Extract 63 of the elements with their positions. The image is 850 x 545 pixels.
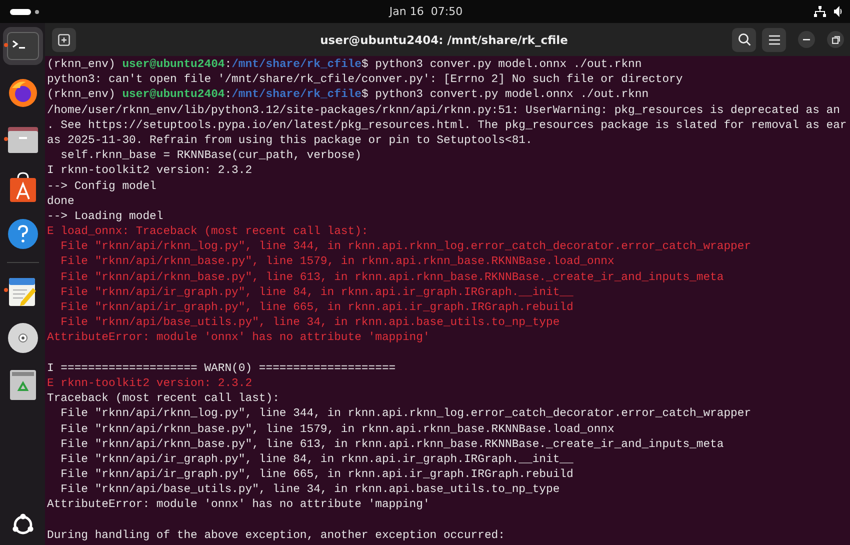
output-line: /home/user/rknn_env/lib/python3.12/site-packages/rknn/api/rknn.py:51: UserWarning: pkg_resources is deprecated as an <box>47 104 840 117</box>
error-line: File "rknn/api/rknn_log.py", line 344, in rknn.api.rknn_log.error_catch_decorator.error_catch_wrapper <box>60 241 752 254</box>
new-tab-icon <box>58 34 70 46</box>
output-line: AttributeError: module 'onnx' has no attribute 'mapping' <box>47 499 430 512</box>
error-line: File "rknn/api/base_utils.py", line 34, in rknn.api.base_utils.to_np_type <box>60 317 560 330</box>
search-button[interactable] <box>732 28 756 52</box>
output-line: Traceback (most recent call last): <box>47 393 280 406</box>
output-line: --> Loading model <box>47 210 164 223</box>
maximize-button[interactable] <box>827 31 844 48</box>
error-line: AttributeError: module 'onnx' has no attribute 'mapping' <box>47 332 430 344</box>
output-line: File "rknn/api/rknn_base.py", line 1579, in rknn.api.rknn_base.RKNNBase.load_onnx <box>60 424 614 436</box>
prompt-env: (rknn_env) <box>47 59 116 71</box>
error-line: File "rknn/api/ir_graph.py", line 665, in rknn.api.ir_graph.IRGraph.rebuild <box>60 302 574 314</box>
output-line: as 2025-11-30. Refrain from using this package or pin to Setuptools<81. <box>47 134 532 147</box>
prompt-env: (rknn_env) <box>47 89 116 102</box>
disc-icon <box>8 323 38 353</box>
minimize-icon <box>803 38 810 40</box>
notepad-pencil-icon <box>8 276 36 306</box>
output-line: . See https://setuptools.pypa.io/en/latest/pkg_resources.html. The pkg_resources package is slated for removal as ear <box>47 120 847 132</box>
search-icon <box>738 33 750 46</box>
prompt-path: /mnt/share/rk_cfile <box>232 89 362 102</box>
window-title: user@ubuntu2404: /mnt/share/rk_cfile <box>319 32 569 46</box>
output-line: --> Config model <box>47 180 156 192</box>
terminal-icon <box>6 32 38 60</box>
error-line: E load_onnx: Traceback (most recent call last): <box>47 226 368 238</box>
output-line: File "rknn/api/ir_graph.py", line 84, in rknn.api.ir_graph.IRGraph.__init__ <box>60 454 574 466</box>
folder-icon <box>8 127 38 153</box>
output-line: File "rknn/api/ir_graph.py", line 665, in rknn.api.ir_graph.IRGraph.rebuild <box>60 469 574 482</box>
output-line: self.rknn_base = RKNNBase(cur_path, verbose) <box>60 150 362 162</box>
prompt-user: user@ubuntu2404 <box>122 89 225 102</box>
output-line: File "rknn/api/base_utils.py", line 34, in rknn.api.base_utils.to_np_type <box>60 484 560 496</box>
error-line: E rknn-toolkit2 version: 2.3.2 <box>47 378 252 390</box>
command-text: $ python3 convert.py model.onnx ./out.rknn <box>361 89 649 102</box>
output-line: File "rknn/api/rknn_log.py", line 344, in rknn.api.rknn_log.error_catch_decorator.error_catch_wrapper <box>60 408 752 420</box>
prompt-path: /mnt/share/rk_cfile <box>232 59 362 71</box>
menu-button[interactable] <box>762 28 786 52</box>
minimize-button[interactable] <box>798 31 815 48</box>
shopping-bag-icon <box>10 172 36 202</box>
error-line: File "rknn/api/ir_graph.py", line 84, in rknn.api.ir_graph.IRGraph.__init__ <box>60 286 574 299</box>
trash-icon <box>10 370 36 400</box>
prompt-colon: : <box>224 59 232 71</box>
clock[interactable]: Jan 16 07:50 <box>389 5 463 18</box>
output-line: done <box>47 196 74 208</box>
error-line: File "rknn/api/rknn_base.py", line 1579, in rknn.api.rknn_base.RKNNBase.load_onnx <box>60 256 614 268</box>
fox-globe-icon <box>8 78 38 108</box>
output-line: File "rknn/api/rknn_base.py", line 613, in rknn.api.rknn_base.RKNNBase._create_ir_and_inputs_meta <box>60 438 724 451</box>
command-text: $ python3 conver.py model.onnx ./out.rknn <box>361 59 642 71</box>
prompt-colon: : <box>224 89 232 102</box>
menu-icon <box>768 34 780 44</box>
output-line: I ==================== WARN(0) ==================== <box>47 362 396 375</box>
output-line: During handling of the above exception, another exception occurred: <box>47 530 505 542</box>
output-line: python3: can't open file '/mnt/share/rk_cfile/conver.py': [Errno 2] No such file or directory <box>47 74 683 86</box>
prompt-user: user@ubuntu2404 <box>122 59 225 71</box>
speaker-icon[interactable] <box>834 6 842 17</box>
restore-icon <box>832 36 840 44</box>
new-tab-button[interactable] <box>52 28 76 52</box>
help-icon <box>8 219 38 249</box>
network-icon[interactable] <box>814 6 826 17</box>
output-line: I rknn-toolkit2 version: 2.3.2 <box>47 165 252 178</box>
workspace-dot[interactable] <box>35 10 39 14</box>
app-grid-icon[interactable] <box>10 513 34 537</box>
workspace-indicator[interactable] <box>10 8 31 14</box>
error-line: File "rknn/api/rknn_base.py", line 613, in rknn.api.rknn_base.RKNNBase._create_ir_and_inputs_meta <box>60 272 724 284</box>
